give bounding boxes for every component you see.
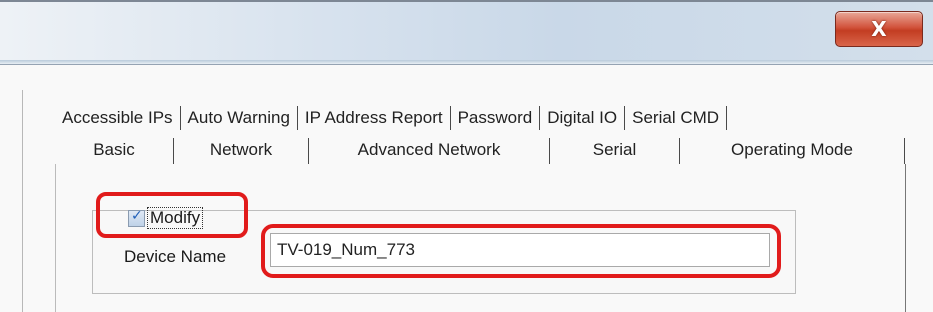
window-top-border [0,0,933,2]
close-button[interactable]: X [835,11,923,47]
tab-password[interactable]: Password [451,106,541,130]
left-border [22,90,23,312]
window-titlebar [0,0,933,64]
tab-advanced-network[interactable]: Advanced Network [309,138,550,164]
tab-row-1: Accessible IPs Auto Warning IP Address R… [55,106,728,130]
close-icon: X [871,17,887,41]
tab-serial[interactable]: Serial [550,138,680,164]
tab-serial-cmd[interactable]: Serial CMD [625,106,728,130]
tab-network[interactable]: Network [174,138,309,164]
tab-ip-address-report[interactable]: IP Address Report [298,106,451,130]
tab-panel-right-border [905,164,906,312]
tab-row-2: Basic Network Advanced Network Serial Op… [55,138,905,164]
tab-digital-io[interactable]: Digital IO [540,106,626,130]
tab-auto-warning[interactable]: Auto Warning [181,106,298,130]
tab-basic[interactable]: Basic [55,138,174,164]
highlight-modify [96,192,248,238]
tab-accessible-ips[interactable]: Accessible IPs [55,106,181,130]
tab-panel-left-border [55,164,56,312]
tab-operating-mode[interactable]: Operating Mode [680,138,905,164]
highlight-device-name [261,224,781,278]
device-name-label: Device Name [124,247,227,266]
